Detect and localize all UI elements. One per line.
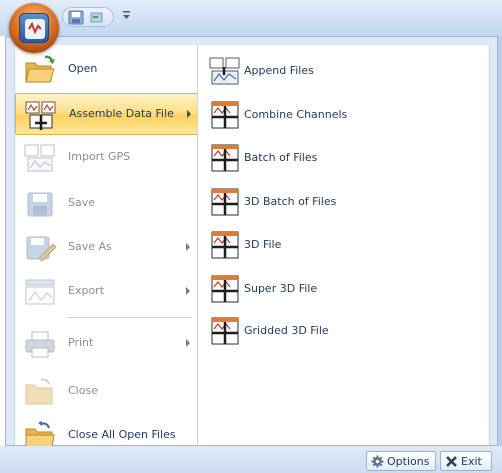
submenu-arrow-icon <box>186 243 190 251</box>
gridded-3d-file-icon <box>211 317 239 345</box>
quick-access-group <box>62 7 114 27</box>
submenu-item-combine-channels[interactable]: Combine Channels <box>202 95 486 135</box>
submenu-arrow-icon <box>186 287 190 295</box>
combine-channels-icon <box>211 101 239 129</box>
gear-icon <box>371 455 384 468</box>
application-menu: Open Assemble Data File Import GPS Save … <box>5 36 498 449</box>
menu-item-label: Import GPS <box>68 150 131 163</box>
menu-item-label: Open <box>68 62 98 75</box>
assemble-submenu: Append Files Combine Channels Batch of F… <box>197 45 490 445</box>
close-folder-icon <box>25 378 53 405</box>
application-menu-button[interactable] <box>9 3 59 53</box>
submenu-arrow-icon <box>187 110 191 118</box>
menu-item-label: Close <box>68 384 98 397</box>
menu-command-list: Open Assemble Data File Import GPS Save … <box>14 45 198 449</box>
menu-item-label: Save <box>68 196 96 209</box>
submenu-item-label: Gridded 3D File <box>244 324 329 337</box>
super-3d-file-icon <box>211 275 239 303</box>
menu-item-label: Assemble Data File <box>69 107 174 120</box>
folder-open-icon <box>25 55 55 83</box>
submenu-item-3d-batch-of-files[interactable]: 3D Batch of Files <box>202 182 486 222</box>
options-label: Options <box>387 455 430 468</box>
undo-quick-icon[interactable] <box>89 10 105 25</box>
menu-item-label: Close All Open Files <box>68 428 176 441</box>
menu-item-label: Save As <box>68 240 112 253</box>
batch-3d-files-icon <box>211 188 239 216</box>
menu-item-assemble-data-file[interactable]: Assemble Data File <box>15 93 198 135</box>
submenu-item-batch-of-files[interactable]: Batch of Files <box>202 138 486 178</box>
customize-quick-access-icon[interactable] <box>122 10 131 20</box>
menu-item-save-as[interactable]: Save As <box>15 227 198 269</box>
export-icon <box>25 279 55 305</box>
app-logo-icon <box>19 13 49 43</box>
file-3d-icon <box>211 231 239 259</box>
append-files-icon <box>209 57 240 85</box>
submenu-item-append-files[interactable]: Append Files <box>202 51 486 91</box>
submenu-item-label: Batch of Files <box>244 151 318 164</box>
menu-item-save[interactable]: Save <box>15 183 198 225</box>
submenu-item-label: Super 3D File <box>244 282 318 295</box>
submenu-item-super-3d-file[interactable]: Super 3D File <box>202 269 486 309</box>
menu-item-print[interactable]: Print <box>15 323 198 365</box>
save-as-icon <box>26 236 57 262</box>
assemble-data-icon <box>25 101 56 130</box>
printer-icon <box>25 331 55 358</box>
exit-button[interactable]: Exit <box>440 451 492 471</box>
submenu-item-label: Append Files <box>244 64 314 77</box>
options-button[interactable]: Options <box>366 451 436 471</box>
submenu-item-label: 3D Batch of Files <box>244 195 337 208</box>
menu-item-import-gps[interactable]: Import GPS <box>15 137 198 179</box>
exit-label: Exit <box>461 455 482 468</box>
import-gps-icon <box>24 144 55 172</box>
menu-item-label: Print <box>68 336 94 349</box>
menu-item-export[interactable]: Export <box>15 271 198 313</box>
menu-item-close[interactable]: Close <box>15 371 198 413</box>
menu-separator <box>67 317 192 318</box>
submenu-item-gridded-3d-file[interactable]: Gridded 3D File <box>202 311 486 351</box>
save-quick-icon[interactable] <box>68 10 84 25</box>
submenu-item-label: Combine Channels <box>244 108 348 121</box>
submenu-item-3d-file[interactable]: 3D File <box>202 225 486 265</box>
submenu-arrow-icon <box>186 339 190 347</box>
save-disk-icon <box>27 192 53 217</box>
close-x-icon <box>446 456 457 467</box>
submenu-item-label: 3D File <box>244 238 282 251</box>
menu-item-open[interactable]: Open <box>15 49 198 91</box>
menu-item-label: Export <box>68 284 105 297</box>
batch-files-icon <box>211 144 239 172</box>
